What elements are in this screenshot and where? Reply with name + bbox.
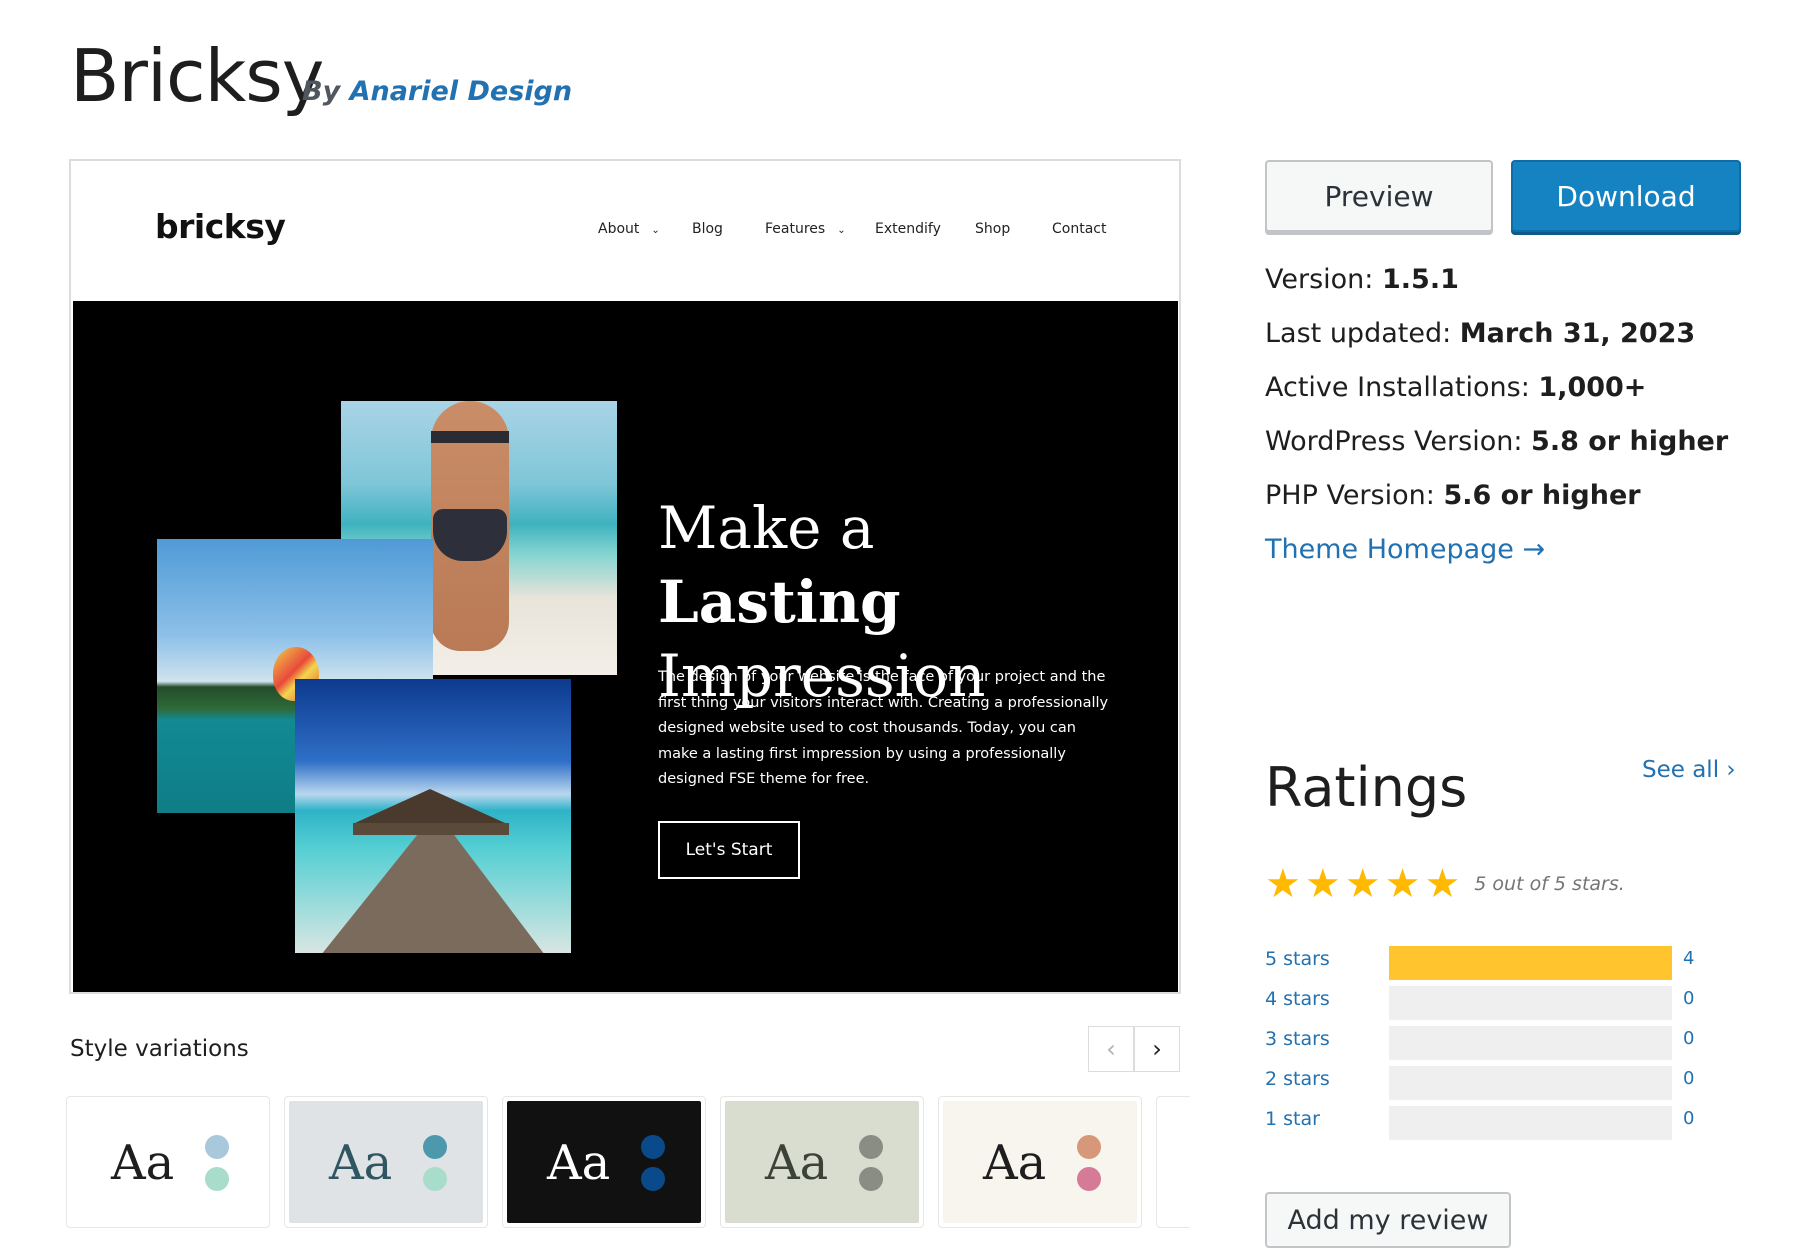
rating-row-5: 5 stars 4 [1265,944,1725,984]
rating-count: 4 [1683,948,1695,969]
color-dot [423,1167,447,1191]
chevron-down-icon: ⌄ [651,225,660,236]
theme-homepage-link[interactable]: Theme Homepage → [1265,534,1545,565]
hero-start-button: Let's Start [658,821,800,879]
rating-row-3: 3 stars 0 [1265,1024,1725,1064]
rating-bar [1389,1026,1672,1060]
chevron-down-icon: ⌄ [837,225,846,236]
screenshot-hero: Make a Lasting Impression The design of … [73,301,1178,992]
chevron-left-icon: ‹ [1106,1035,1116,1063]
star-rating-text: 5 out of 5 stars. [1474,873,1625,895]
color-dot [859,1167,883,1191]
rating-count: 0 [1683,988,1695,1009]
screenshot-nav-features: Features ⌄ [765,221,846,237]
ratings-title: Ratings [1265,756,1468,819]
star-icon: ★ [1344,861,1381,907]
meta-php-version: PHP Version: 5.6 or higher [1265,480,1641,511]
rating-link-4-stars[interactable]: 4 stars [1265,988,1330,1010]
sample-text: Aa [111,1135,175,1191]
style-variation-card[interactable]: Aa [66,1096,270,1228]
rating-link-3-stars[interactable]: 3 stars [1265,1028,1330,1050]
style-variation-card[interactable]: Aa [502,1096,706,1228]
theme-screenshot: bricksy About ⌄ Blog Features ⌄ Extendify … [69,159,1181,994]
rating-row-2: 2 stars 0 [1265,1064,1725,1104]
author-link[interactable]: Anariel Design [350,76,572,107]
star-icon: ★ [1424,861,1461,907]
screenshot-nav-contact: Contact [1052,221,1107,237]
screenshot-nav-about: About ⌄ [598,221,660,237]
screenshot-nav-extendify: Extendify [875,221,941,237]
screenshot-nav-blog: Blog [692,221,723,237]
download-button[interactable]: Download [1511,160,1741,232]
star-icon: ★ [1304,861,1341,907]
rating-row-4: 4 stars 0 [1265,984,1725,1024]
rating-bar [1389,1106,1672,1140]
meta-last-updated: Last updated: March 31, 2023 [1265,318,1696,349]
color-dot [1077,1167,1101,1191]
screenshot-header: bricksy About ⌄ Blog Features ⌄ Extendify … [71,161,1179,301]
style-variations-strip: Aa Aa Aa Aa Aa [66,1096,1190,1230]
star-rating: ★ ★ ★ ★ ★ 5 out of 5 stars. [1265,862,1625,906]
meta-version: Version: 1.5.1 [1265,264,1459,295]
rating-bar [1389,986,1672,1020]
rating-bar [1389,1066,1672,1100]
sample-text: Aa [765,1135,829,1191]
star-icon: ★ [1265,861,1301,907]
chevron-right-icon: › [1726,757,1736,783]
rating-bar-fill [1389,946,1672,980]
style-variations-prev-button[interactable]: ‹ [1088,1026,1134,1072]
chevron-right-icon: › [1152,1035,1162,1063]
meta-wordpress-version: WordPress Version: 5.8 or higher [1265,426,1729,457]
meta-active-installations: Active Installations: 1,000+ [1265,372,1647,403]
rating-link-1-star[interactable]: 1 star [1265,1108,1320,1130]
screenshot-nav-shop: Shop [975,221,1011,237]
preview-button[interactable]: Preview [1265,160,1493,232]
byline: By Anariel Design [302,76,572,107]
pier-photo [295,679,571,953]
color-dot [423,1135,447,1159]
sample-text: Aa [983,1135,1047,1191]
color-dot [205,1167,229,1191]
style-variations-label: Style variations [70,1036,249,1062]
color-dot [641,1167,665,1191]
style-variation-card[interactable]: Aa [720,1096,924,1228]
color-dot [641,1135,665,1159]
rating-link-5-stars[interactable]: 5 stars [1265,948,1330,970]
add-review-button[interactable]: Add my review [1265,1192,1511,1248]
hero-text: The design of your website is the face o… [658,669,1109,787]
meta-theme-homepage: Theme Homepage → [1265,528,1728,582]
color-dot [1077,1135,1101,1159]
rating-bar [1389,946,1672,980]
rating-link-2-stars[interactable]: 2 stars [1265,1068,1330,1090]
see-all-link[interactable]: See all › [1642,757,1736,783]
rating-breakdown: 5 stars 4 4 stars 0 3 stars 0 2 stars 0 … [1265,944,1725,1144]
theme-meta: Version: 1.5.1 Last updated: March 31, 2… [1265,258,1728,582]
rating-row-1: 1 star 0 [1265,1104,1725,1144]
rating-count: 0 [1683,1108,1695,1129]
rating-count: 0 [1683,1068,1695,1089]
color-dot [205,1135,229,1159]
star-icon: ★ [1384,861,1421,907]
byline-prefix: By [302,76,341,107]
page-title: Bricksy [70,34,324,118]
style-variations-next-button[interactable]: › [1134,1026,1180,1072]
sample-text: Aa [547,1135,611,1191]
sample-text: Aa [329,1135,393,1191]
style-variation-card[interactable]: Aa [284,1096,488,1228]
style-variation-card-partial[interactable] [1156,1096,1190,1228]
style-variation-card[interactable]: Aa [938,1096,1142,1228]
rating-count: 0 [1683,1028,1695,1049]
screenshot-nav: About ⌄ Blog Features ⌄ Extendify Shop Con… [71,221,1179,245]
color-dot [859,1135,883,1159]
